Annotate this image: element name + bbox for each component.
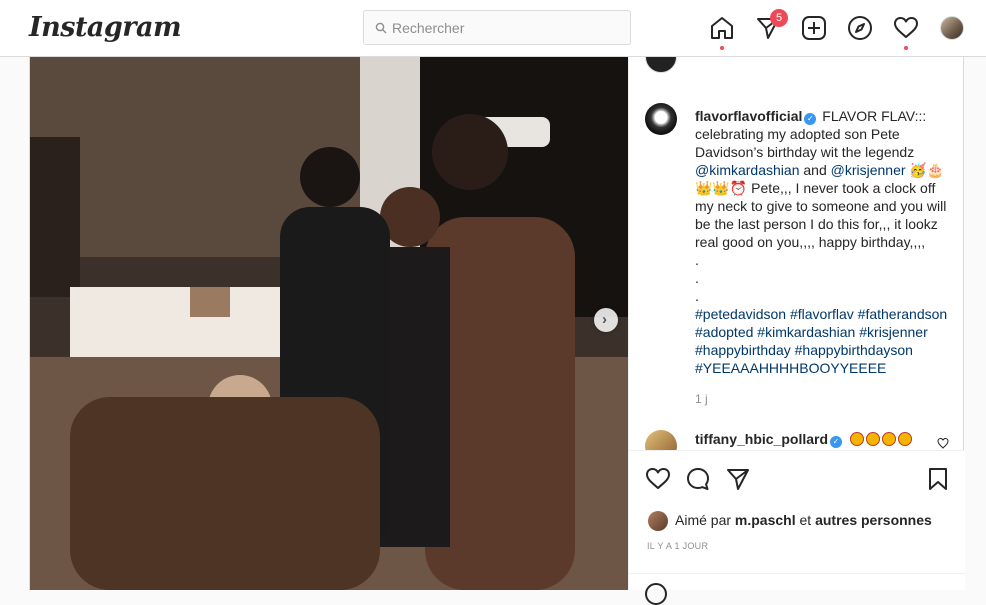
caption-time: 1 j bbox=[695, 392, 708, 406]
caption-mention-kim[interactable]: @kimkardashian bbox=[695, 162, 799, 178]
heart-eyes-emoji-icon bbox=[865, 432, 880, 446]
comments-section: flavorflavofficial ✓ FLAVOR FLAV::: celeb… bbox=[629, 57, 965, 450]
post-caption: flavorflavofficial ✓ FLAVOR FLAV::: celeb… bbox=[695, 107, 955, 377]
verified-badge-icon: ✓ bbox=[830, 436, 843, 448]
save-bookmark-icon[interactable] bbox=[925, 466, 951, 492]
verified-badge-icon: ✓ bbox=[804, 113, 817, 125]
explore-compass-icon[interactable] bbox=[847, 15, 873, 41]
caption-dot-3: . bbox=[695, 288, 699, 304]
search-input[interactable]: Rechercher bbox=[363, 10, 631, 45]
hashtag-link[interactable]: #happybirthdayson bbox=[795, 342, 913, 358]
search-placeholder: Rechercher bbox=[392, 20, 465, 36]
post-photo[interactable]: › bbox=[30, 57, 628, 590]
liker-username[interactable]: m.paschl bbox=[735, 512, 796, 528]
caption-dot-2: . bbox=[695, 270, 699, 286]
direct-messages-badge: 5 bbox=[770, 9, 788, 27]
home-icon[interactable] bbox=[709, 15, 735, 41]
likes-summary: Aimé par m.paschl et autres personnes bbox=[675, 512, 932, 528]
activity-notification-dot bbox=[904, 46, 908, 50]
likes-middle: et bbox=[795, 512, 816, 528]
hashtag-link[interactable]: #fatherandson bbox=[858, 306, 948, 322]
add-comment-bar[interactable] bbox=[629, 573, 965, 605]
post-actions: Aimé par m.paschl et autres personnes IL… bbox=[629, 450, 965, 605]
author-avatar-header[interactable] bbox=[645, 57, 677, 73]
likes-others-link[interactable]: autres personnes bbox=[815, 512, 932, 528]
heart-eyes-emoji-icon bbox=[849, 432, 864, 446]
commenter-avatar[interactable] bbox=[645, 430, 677, 450]
hashtag-link[interactable]: #petedavidson bbox=[695, 306, 786, 322]
likes-prefix: Aimé par bbox=[675, 512, 735, 528]
new-post-icon[interactable] bbox=[801, 15, 827, 41]
activity-heart-icon[interactable] bbox=[893, 15, 919, 41]
comment-username[interactable]: tiffany_hbic_pollard bbox=[695, 431, 828, 447]
caption-username[interactable]: flavorflavofficial bbox=[695, 108, 802, 124]
caption-author-avatar[interactable] bbox=[645, 103, 677, 135]
search-icon bbox=[375, 22, 387, 34]
profile-avatar[interactable] bbox=[940, 16, 964, 40]
hashtag-link[interactable]: #YEEAAAHHHHBOOYYEEEE bbox=[695, 360, 886, 376]
post-sidebar: flavorflavofficial ✓ FLAVOR FLAV::: celeb… bbox=[628, 57, 965, 605]
heart-eyes-emoji-icon bbox=[897, 432, 912, 446]
emoji-icon[interactable] bbox=[645, 583, 667, 605]
hashtag-link[interactable]: #krisjenner bbox=[859, 324, 927, 340]
post-card: › flavorflavofficial ✓ FLAVOR FLAV::: cel… bbox=[29, 57, 965, 605]
instagram-logo[interactable]: Instagram bbox=[29, 12, 182, 43]
comment: tiffany_hbic_pollard ✓ bbox=[695, 431, 912, 448]
hashtag-link[interactable]: #kimkardashian bbox=[757, 324, 855, 340]
top-navigation-bar: Instagram Rechercher 5 bbox=[0, 0, 986, 57]
home-notification-dot bbox=[720, 46, 724, 50]
comment-bubble-icon[interactable] bbox=[685, 466, 711, 492]
caption-and: and bbox=[799, 162, 831, 178]
post-photo-illustration bbox=[30, 57, 628, 590]
like-heart-icon[interactable] bbox=[645, 466, 671, 492]
post-date[interactable]: IL Y A 1 JOUR bbox=[647, 541, 708, 551]
carousel-next-button[interactable]: › bbox=[594, 308, 618, 332]
chevron-right-icon: › bbox=[602, 311, 607, 328]
caption-mention-kris[interactable]: @krisjenner bbox=[831, 162, 906, 178]
comment-like-heart-icon[interactable] bbox=[937, 437, 949, 449]
hashtag-link[interactable]: #flavorflav bbox=[790, 306, 854, 322]
hashtag-link[interactable]: #happybirthday bbox=[695, 342, 791, 358]
heart-eyes-emoji-icon bbox=[881, 432, 896, 446]
liker-avatar[interactable] bbox=[648, 511, 668, 531]
share-send-icon[interactable] bbox=[725, 466, 751, 492]
hashtag-link[interactable]: #adopted bbox=[695, 324, 753, 340]
caption-dot-1: . bbox=[695, 252, 699, 268]
